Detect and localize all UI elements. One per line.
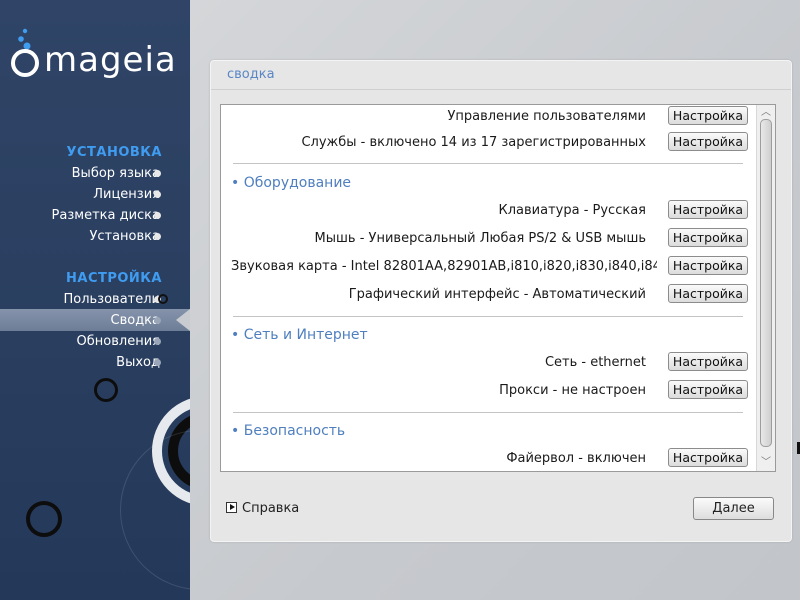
section-install-heading: УСТАНОВКА [66,145,162,160]
step-dot-icon [154,317,161,324]
summary-row-services: Службы - включено 14 из 17 зарегистриров… [221,132,751,154]
configure-keyboard-button[interactable]: Настройка [668,200,748,219]
row-label: Графический интерфейс - Автоматический [348,287,646,302]
sidebar: mageia УСТАНОВКА Выбор языка Лицензия Ра… [0,0,190,600]
step-dot-icon [154,170,161,177]
section-divider [233,163,743,164]
expand-arrow-icon [226,502,237,513]
active-step-highlight [0,309,190,331]
summary-row-firewall: Файервол - включен Настройка [221,448,751,470]
summary-row-sound: Звуковая карта - Intel 82801AA,82901AB,i… [221,256,751,278]
row-label: Службы - включено 14 из 17 зарегистриров… [301,135,646,150]
configure-network-button[interactable]: Настройка [668,352,748,371]
decor-ring-faint [120,430,190,590]
configure-graphics-button[interactable]: Настройка [668,284,748,303]
step-dot-icon [154,191,161,198]
section-security-heading: • Безопасность [231,423,346,439]
scroll-down-icon[interactable]: ﹀ [760,457,772,469]
configure-sound-button[interactable]: Настройка [668,256,748,275]
sidebar-item-partitioning[interactable]: Разметка диска [52,205,160,226]
active-step-arrow-icon [176,309,190,331]
row-label: Клавиатура - Русская [498,203,647,218]
brand-name: mageia [44,40,177,80]
step-dot-icon [154,359,161,366]
title-divider [211,89,791,90]
summary-scroll-area[interactable]: Управление пользователями Настройка Служ… [220,104,776,472]
row-label: Прокси - не настроен [499,383,646,398]
next-button[interactable]: Далее [693,497,774,520]
decor-ring-bottom [26,501,62,537]
row-label: Звуковая карта - Intel 82801AA,82901AB,i… [231,259,657,274]
row-label: Мышь - Универсальный Любая PS/2 & USB мы… [314,231,646,246]
summary-row-graphics: Графический интерфейс - Автоматический Н… [221,284,751,306]
summary-row-mouse: Мышь - Универсальный Любая PS/2 & USB мы… [221,228,751,250]
sidebar-item-language[interactable]: Выбор языка [72,163,160,184]
summary-row-network: Сеть - ethernet Настройка [221,352,751,374]
row-label: Файервол - включен [506,451,646,466]
vertical-scrollbar[interactable]: ︿ ﹀ [756,105,775,471]
summary-row-keyboard: Клавиатура - Русская Настройка [221,200,751,222]
section-divider [233,316,743,317]
step-dot-icon [154,212,161,219]
scrollbar-thumb[interactable] [760,119,772,447]
scroll-up-icon[interactable]: ︿ [760,107,772,119]
sidebar-item-install[interactable]: Установка [89,226,160,247]
panel-title: сводка [227,67,275,82]
configure-firewall-button[interactable]: Настройка [668,448,748,467]
section-hardware-heading: • Оборудование [231,175,352,191]
section-config-heading: НАСТРОЙКА [66,271,162,286]
sidebar-item-license[interactable]: Лицензия [93,184,160,205]
step-dot-icon [154,338,161,345]
help-label: Справка [242,501,300,516]
help-toggle[interactable]: Справка [226,500,299,518]
step-ring-icon [158,294,168,304]
sidebar-item-updates[interactable]: Обновления [77,331,160,352]
step-dot-icon [154,233,161,240]
section-network-heading: • Сеть и Интернет [231,327,368,343]
configure-users-button[interactable]: Настройка [668,106,748,125]
configure-services-button[interactable]: Настройка [668,132,748,151]
configure-mouse-button[interactable]: Настройка [668,228,748,247]
sidebar-item-summary[interactable]: Сводка [111,310,161,331]
row-label: Управление пользователями [447,109,646,124]
summary-row-proxy: Прокси - не настроен Настройка [221,380,751,402]
row-label: Сеть - ethernet [544,355,646,370]
decor-ring-small [94,378,118,402]
sidebar-item-users[interactable]: Пользователи [63,289,160,310]
section-divider [233,412,743,413]
summary-row-users: Управление пользователями Настройка [221,106,751,128]
configure-proxy-button[interactable]: Настройка [668,380,748,399]
